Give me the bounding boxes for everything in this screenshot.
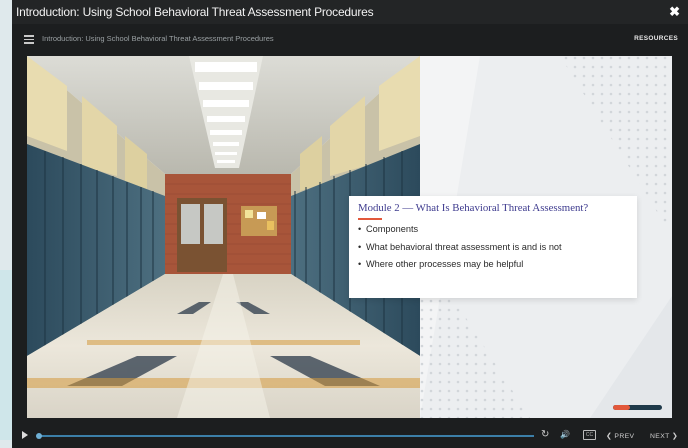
volume-icon[interactable]: 🔊 (560, 430, 570, 439)
background-accent (0, 270, 12, 440)
player-topbar: Introduction: Using School Behavioral Th… (12, 24, 688, 54)
seek-handle[interactable] (36, 433, 42, 439)
slide-progress-fill (613, 405, 631, 410)
replay-icon[interactable]: ↻ (541, 429, 549, 440)
window-title: Introduction: Using School Behavioral Th… (16, 5, 374, 19)
next-button[interactable]: NEXT ❯ (650, 432, 678, 440)
window-titlebar: Introduction: Using School Behavioral Th… (12, 0, 688, 24)
heading-underline (358, 218, 382, 220)
list-item: • What behavioral threat assessment is an… (358, 241, 562, 252)
list-item: • Components (358, 224, 419, 234)
resources-button[interactable]: RESOURCES (634, 35, 678, 42)
player-controls: ↻ 🔊 CC ❮ PREV NEXT ❯ (12, 424, 688, 448)
seek-bar[interactable] (36, 433, 534, 439)
list-item: • Where other processes may be helpful (358, 259, 524, 269)
bullet-list: • Components • What behavioral threat asse… (358, 224, 562, 277)
play-icon[interactable] (22, 431, 28, 439)
prev-button[interactable]: ❮ PREV (606, 432, 635, 440)
slide-heading: Module 2 — What Is Behavioral Threat Ass… (358, 202, 589, 214)
hamburger-menu-icon[interactable] (24, 35, 34, 44)
slide-content-card: Module 2 — What Is Behavioral Threat Ass… (349, 196, 637, 298)
course-player-window: Introduction: Using School Behavioral Th… (12, 0, 688, 448)
slide-progress-indicator (613, 405, 662, 410)
page-background-left (0, 0, 12, 448)
course-title: Introduction: Using School Behavioral Th… (42, 34, 274, 43)
slide-stage: Module 2 — What Is Behavioral Threat Ass… (27, 56, 672, 418)
closed-captions-button[interactable]: CC (583, 430, 596, 440)
close-icon[interactable]: ✖ (669, 4, 680, 20)
